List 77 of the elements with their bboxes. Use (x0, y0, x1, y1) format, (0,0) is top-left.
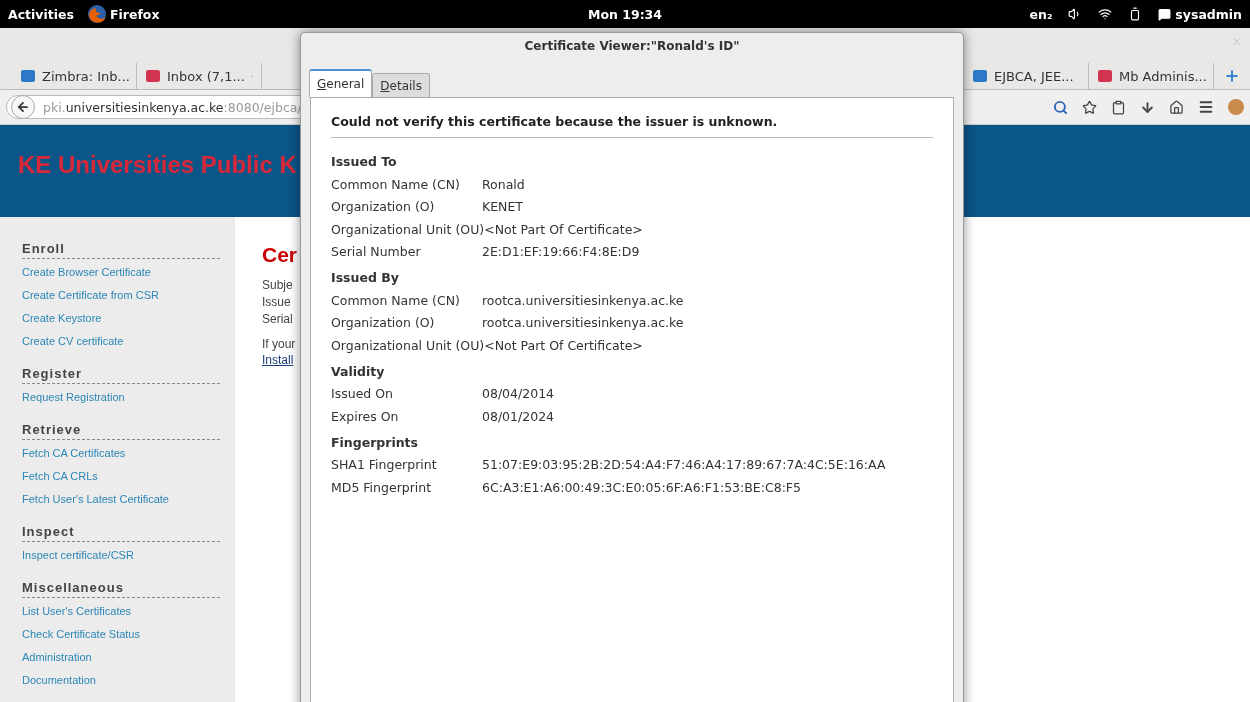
sidebar-heading: Miscellaneous (22, 580, 220, 598)
sidebar-heading: Enroll (22, 241, 220, 259)
star-icon[interactable] (1082, 99, 1097, 115)
field-value: Ronald (482, 176, 525, 192)
download-icon[interactable] (1140, 99, 1155, 115)
sidebar-link[interactable]: Inspect certificate/CSR (22, 547, 235, 570)
sidebar-link[interactable]: Fetch CA Certificates (22, 445, 235, 468)
field-value: 08/04/2014 (482, 386, 555, 402)
sidebar-heading: Inspect (22, 524, 220, 542)
sidebar-link[interactable]: Fetch User's Latest Certificate (22, 491, 235, 514)
keyboard-layout[interactable]: en₂ (1029, 6, 1053, 22)
field-label: SHA1 Fingerprint (331, 457, 438, 473)
sidebar-link[interactable]: Fetch CA CRLs (22, 468, 235, 491)
site-icon (145, 68, 161, 84)
site-icon (20, 68, 36, 84)
site-title: KE Universities Public K (18, 151, 297, 179)
site-icon (1097, 68, 1113, 84)
user-menu[interactable]: sysadmin (1158, 6, 1242, 22)
field-value: 51:07:E9:03:95:2B:2D:54:A4:F7:46:A4:17:89:67:7A:4C:5E:16:AA (482, 457, 886, 473)
clock[interactable]: Mon 19:34 (587, 6, 663, 22)
wifi-icon[interactable] (1098, 7, 1113, 21)
sidebar-link[interactable]: Check Certificate Status (22, 626, 235, 649)
field-label: Expires On (331, 408, 400, 424)
sidebar-link[interactable]: Documentation (22, 672, 235, 695)
field-label: Organization (O) (331, 315, 436, 331)
section-heading: Validity (331, 362, 386, 381)
field-label: Serial (262, 311, 294, 328)
field-label: Issue (262, 294, 292, 311)
dialog-tab[interactable]: General (309, 69, 373, 97)
activities-button[interactable]: Activities (8, 6, 74, 22)
field-label: MD5 Fingerprint (331, 479, 433, 495)
field-value: 6C:A3:E1:A6:00:49:3C:E0:05:6F:A6:F1:53:BE:C8:F5 (482, 479, 801, 495)
dialog-title: Certificate Viewer:"Ronald's ID" (523, 38, 741, 55)
field-value: <Not Part Of Certificate> (484, 337, 643, 353)
chat-icon (1158, 7, 1172, 21)
field-label: Organizational Unit (OU) (331, 221, 485, 237)
back-button[interactable] (11, 95, 35, 119)
new-tab-icon[interactable] (1224, 68, 1240, 84)
clipboard-icon[interactable] (1111, 99, 1126, 115)
section-heading: Issued By (331, 269, 400, 287)
install-link[interactable]: Install (262, 353, 294, 367)
field-label: Subje (262, 277, 294, 294)
field-label: Issued On (331, 386, 394, 402)
sidebar-link[interactable]: Request Registration (22, 389, 235, 412)
field-value: rootca.universitiesinkenya.ac.ke (482, 315, 684, 331)
field-label: Organization (O) (331, 199, 436, 215)
note-text: If your (262, 338, 297, 350)
home-icon[interactable] (1169, 99, 1184, 115)
sidebar-heading: Retrieve (22, 422, 220, 440)
field-value: 2E:D1:EF:19:66:F4:8E:D9 (482, 244, 640, 260)
site-icon (972, 68, 988, 84)
section-heading: Issued To (331, 153, 398, 171)
sidebar-link[interactable]: List User's Certificates (22, 603, 235, 626)
field-value: KENET (482, 199, 523, 215)
field-value: 08/01/2024 (482, 408, 555, 424)
firefox-logo-icon (85, 3, 108, 25)
dialog-tab[interactable]: Details (372, 73, 430, 97)
field-label: Common Name (CN) (331, 292, 461, 308)
field-label: Organizational Unit (OU) (331, 337, 485, 353)
sidebar-link[interactable]: Create Keystore (22, 310, 235, 333)
field-value: <Not Part Of Certificate> (484, 221, 643, 237)
sidebar-link[interactable]: Administration (22, 649, 235, 672)
field-label: Common Name (CN) (331, 176, 461, 192)
search-icon[interactable] (1053, 99, 1068, 115)
address-field[interactable]: pki.universitiesinkenya.ac.ke:8080/ejbca/ (6, 95, 301, 119)
field-value: rootca.universitiesinkenya.ac.ke (482, 292, 684, 308)
menu-icon[interactable] (1198, 99, 1214, 115)
browser-tab[interactable]: Inbox (7,1... (137, 63, 262, 89)
field-label: Serial Number (331, 244, 422, 260)
sidebar-heading: Register (22, 366, 220, 384)
page-heading: Cer (262, 243, 298, 267)
verification-message: Could not verify this certificate because the issuer is unknown. (331, 114, 933, 138)
app-name[interactable]: Firefox (109, 6, 160, 22)
sidebar-link[interactable]: Create CV certificate (22, 333, 235, 356)
sidebar-link[interactable]: Create Browser Certificate (22, 264, 235, 287)
section-heading: Fingerprints (331, 433, 420, 452)
sidebar-link[interactable]: Create Certificate from CSR (22, 287, 235, 310)
